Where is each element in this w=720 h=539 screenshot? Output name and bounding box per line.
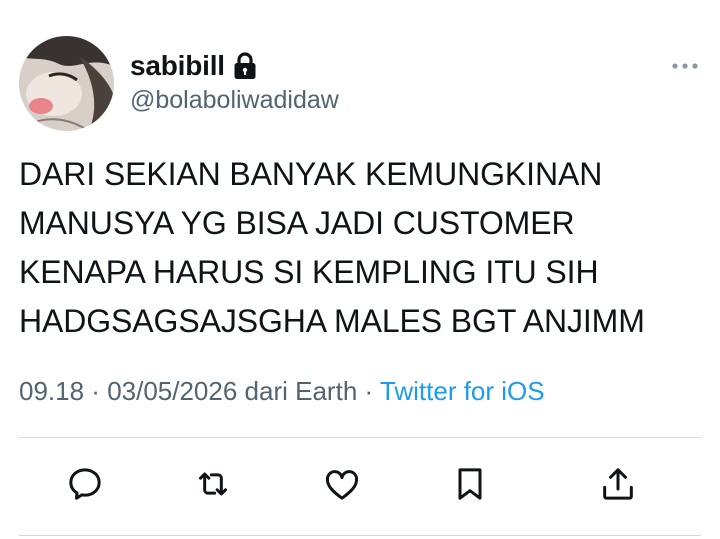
- reply-button[interactable]: [63, 462, 107, 506]
- bookmark-button[interactable]: [448, 462, 492, 506]
- retweet-button[interactable]: [191, 462, 235, 506]
- tweet-text-line: HADGSAGSAJSGHA MALES BGT ANJIMM: [19, 303, 645, 339]
- share-icon: [603, 468, 633, 500]
- avatar[interactable]: [19, 36, 114, 131]
- tweet-date[interactable]: 03/05/2026: [107, 376, 237, 406]
- tweet-text-line: DARI SEKIAN BANYAK KEMUNGKINAN: [19, 156, 603, 192]
- tweet: sabibill @bolaboliwadidaw DARI SEKIAN BA…: [0, 0, 720, 539]
- divider: [19, 437, 701, 438]
- tweet-source-link[interactable]: Twitter for iOS: [380, 376, 545, 406]
- reply-icon: [69, 468, 101, 500]
- tweet-location: dari Earth: [237, 376, 358, 406]
- user-handle[interactable]: @bolaboliwadidaw: [130, 86, 339, 115]
- meta-separator: ·: [84, 376, 108, 406]
- heart-icon: [325, 470, 359, 500]
- tweet-text-line: MANUSYA YG BISA JADI CUSTOMER: [19, 205, 575, 241]
- bookmark-icon: [458, 468, 482, 500]
- more-options-icon[interactable]: [670, 58, 700, 74]
- tweet-text: DARI SEKIAN BANYAK KEMUNGKINAN MANUSYA Y…: [19, 150, 699, 346]
- divider: [19, 535, 701, 536]
- tweet-metadata: 09.18 · 03/05/2026 dari Earth · Twitter …: [19, 376, 545, 407]
- action-bar: [0, 462, 720, 514]
- share-button[interactable]: [596, 462, 640, 506]
- display-name[interactable]: sabibill: [130, 50, 225, 82]
- avatar-photo: [19, 36, 114, 131]
- tweet-text-line: KENAPA HARUS SI KEMPLING ITU SIH: [19, 254, 599, 290]
- tweet-time[interactable]: 09.18: [19, 376, 84, 406]
- display-name-row: sabibill: [130, 48, 258, 84]
- lock-icon: [232, 51, 258, 81]
- meta-separator: ·: [357, 376, 380, 406]
- like-button[interactable]: [320, 462, 364, 506]
- retweet-icon: [199, 472, 227, 496]
